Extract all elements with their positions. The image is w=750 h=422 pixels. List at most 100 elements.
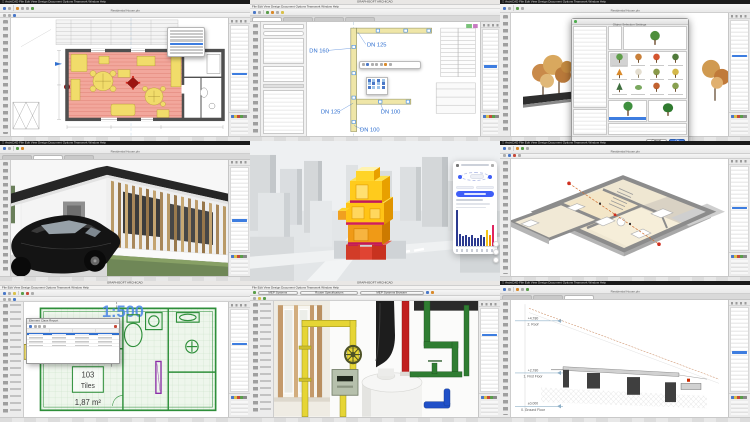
axon-canvas[interactable] xyxy=(511,159,728,277)
navigator-tree[interactable] xyxy=(482,29,499,111)
navigator-toolbar[interactable] xyxy=(229,302,250,308)
ducts[interactable] xyxy=(351,28,432,132)
navigator-toolbar[interactable] xyxy=(229,18,250,24)
heating-layer-icon[interactable] xyxy=(263,297,266,300)
tab-active[interactable] xyxy=(33,155,63,159)
zoom-out-button[interactable] xyxy=(493,249,499,255)
style-icon[interactable] xyxy=(362,63,365,66)
layer-combo[interactable] xyxy=(8,298,11,301)
toolbox[interactable] xyxy=(500,13,511,136)
beam-tool-icon[interactable] xyxy=(516,288,519,291)
duct-tool-icon[interactable] xyxy=(266,11,269,14)
marquee-tool-icon[interactable] xyxy=(508,7,511,10)
arrow-tool-icon[interactable] xyxy=(3,147,6,150)
context-menu-item[interactable] xyxy=(170,49,203,51)
context-menu-item[interactable] xyxy=(170,36,203,38)
mep-browser-button[interactable]: MEP Systems Browser xyxy=(360,291,423,295)
status-bar[interactable] xyxy=(0,417,250,422)
city-viewport[interactable] xyxy=(250,141,500,282)
context-menu-item-selected[interactable] xyxy=(170,43,203,45)
orbit-control[interactable] xyxy=(456,169,494,184)
route-icon[interactable] xyxy=(426,291,429,294)
navigator-toolbar[interactable] xyxy=(729,300,750,306)
align-icon[interactable] xyxy=(375,63,378,66)
properties-panel[interactable] xyxy=(481,112,500,136)
status-bar[interactable] xyxy=(250,417,500,422)
section-canvas[interactable]: +4,780 2. Roof +2,780 1. First Floor ±0,… xyxy=(511,300,728,417)
new-icon[interactable] xyxy=(3,292,6,295)
properties-panel[interactable] xyxy=(729,112,750,136)
context-menu-item[interactable] xyxy=(170,39,203,41)
camera-icon[interactable] xyxy=(16,147,19,150)
open-icon[interactable] xyxy=(8,292,11,295)
tab[interactable] xyxy=(64,155,94,159)
marker-icon[interactable] xyxy=(26,292,29,295)
ok-button[interactable]: OK xyxy=(669,139,685,141)
gallery-item[interactable] xyxy=(648,82,666,96)
object-tile[interactable] xyxy=(648,100,687,122)
beam-detail[interactable] xyxy=(681,384,701,390)
navigator-tree[interactable] xyxy=(230,309,249,392)
orbit-node[interactable] xyxy=(458,175,462,179)
insulation-list[interactable] xyxy=(263,66,304,82)
gallery-item[interactable] xyxy=(667,53,685,67)
toolbox[interactable] xyxy=(250,22,261,136)
text-format-toolbar[interactable] xyxy=(359,61,421,69)
toolbox[interactable] xyxy=(500,300,511,417)
marquee-tool-icon[interactable] xyxy=(508,288,511,291)
properties-panel[interactable] xyxy=(729,393,750,417)
italic-icon[interactable] xyxy=(371,63,374,66)
gallery-item[interactable] xyxy=(629,53,647,67)
label-icon[interactable] xyxy=(31,292,34,295)
arrow-tool-icon[interactable] xyxy=(503,288,506,291)
routing-list[interactable] xyxy=(263,38,304,64)
wc-canvas[interactable]: 1:500 WC 103 xyxy=(24,302,228,417)
wall-tool-icon[interactable] xyxy=(516,147,519,150)
tab[interactable] xyxy=(2,155,32,159)
toolbar[interactable]: Residential House.pln xyxy=(0,145,250,154)
delete-icon[interactable] xyxy=(114,325,117,328)
marquee-tool-icon[interactable] xyxy=(8,7,11,10)
navigator-toolbar[interactable] xyxy=(479,301,500,307)
navigator-tree[interactable] xyxy=(230,167,249,252)
render-canvas[interactable] xyxy=(11,160,228,277)
navigator-tree[interactable] xyxy=(730,307,749,392)
gallery-item[interactable] xyxy=(667,68,685,82)
toolbox[interactable] xyxy=(0,18,11,136)
pipe-tool-icon[interactable] xyxy=(271,11,274,14)
context-menu-item[interactable] xyxy=(170,33,203,35)
print-icon[interactable] xyxy=(38,325,41,328)
gas-layer-icon[interactable] xyxy=(258,297,261,300)
settings-icon[interactable] xyxy=(503,154,506,157)
stair-tool-icon[interactable] xyxy=(526,147,529,150)
gallery-item-selected[interactable] xyxy=(610,53,628,67)
tab[interactable] xyxy=(283,17,313,21)
gallery-item[interactable] xyxy=(667,82,685,96)
collapse-icon[interactable] xyxy=(491,164,494,167)
floor-slab[interactable] xyxy=(563,367,679,377)
orbit-icon[interactable] xyxy=(8,147,11,150)
router-specs-button[interactable]: Router Specifications xyxy=(300,291,359,295)
toolbar[interactable]: Residential House.pln xyxy=(500,4,750,13)
toolbox[interactable] xyxy=(250,301,274,417)
navigator-toolbar[interactable] xyxy=(729,159,750,165)
slab-tool-icon[interactable] xyxy=(26,7,29,10)
orbit-node[interactable] xyxy=(488,175,492,179)
save-icon[interactable] xyxy=(13,292,16,295)
zoom-in-button[interactable] xyxy=(493,241,499,247)
object-tool-icon[interactable] xyxy=(516,7,519,10)
scale-field[interactable] xyxy=(3,298,6,301)
gallery-item[interactable] xyxy=(610,68,628,82)
dimensions-table[interactable] xyxy=(263,90,304,134)
run-analysis-button[interactable] xyxy=(456,191,494,197)
pen-set-icon[interactable] xyxy=(13,298,16,301)
arrow-tool-icon[interactable] xyxy=(503,7,506,10)
navigator-tree[interactable] xyxy=(730,166,749,252)
toolbar[interactable]: Residential House.pln xyxy=(500,145,750,154)
roof-tool-icon[interactable] xyxy=(521,288,524,291)
export-icon[interactable] xyxy=(34,325,37,328)
boiler-canvas[interactable] xyxy=(274,301,478,417)
pen-icon[interactable] xyxy=(13,14,16,17)
lamp-tool-icon[interactable] xyxy=(521,7,524,10)
toolbox[interactable] xyxy=(0,160,11,277)
